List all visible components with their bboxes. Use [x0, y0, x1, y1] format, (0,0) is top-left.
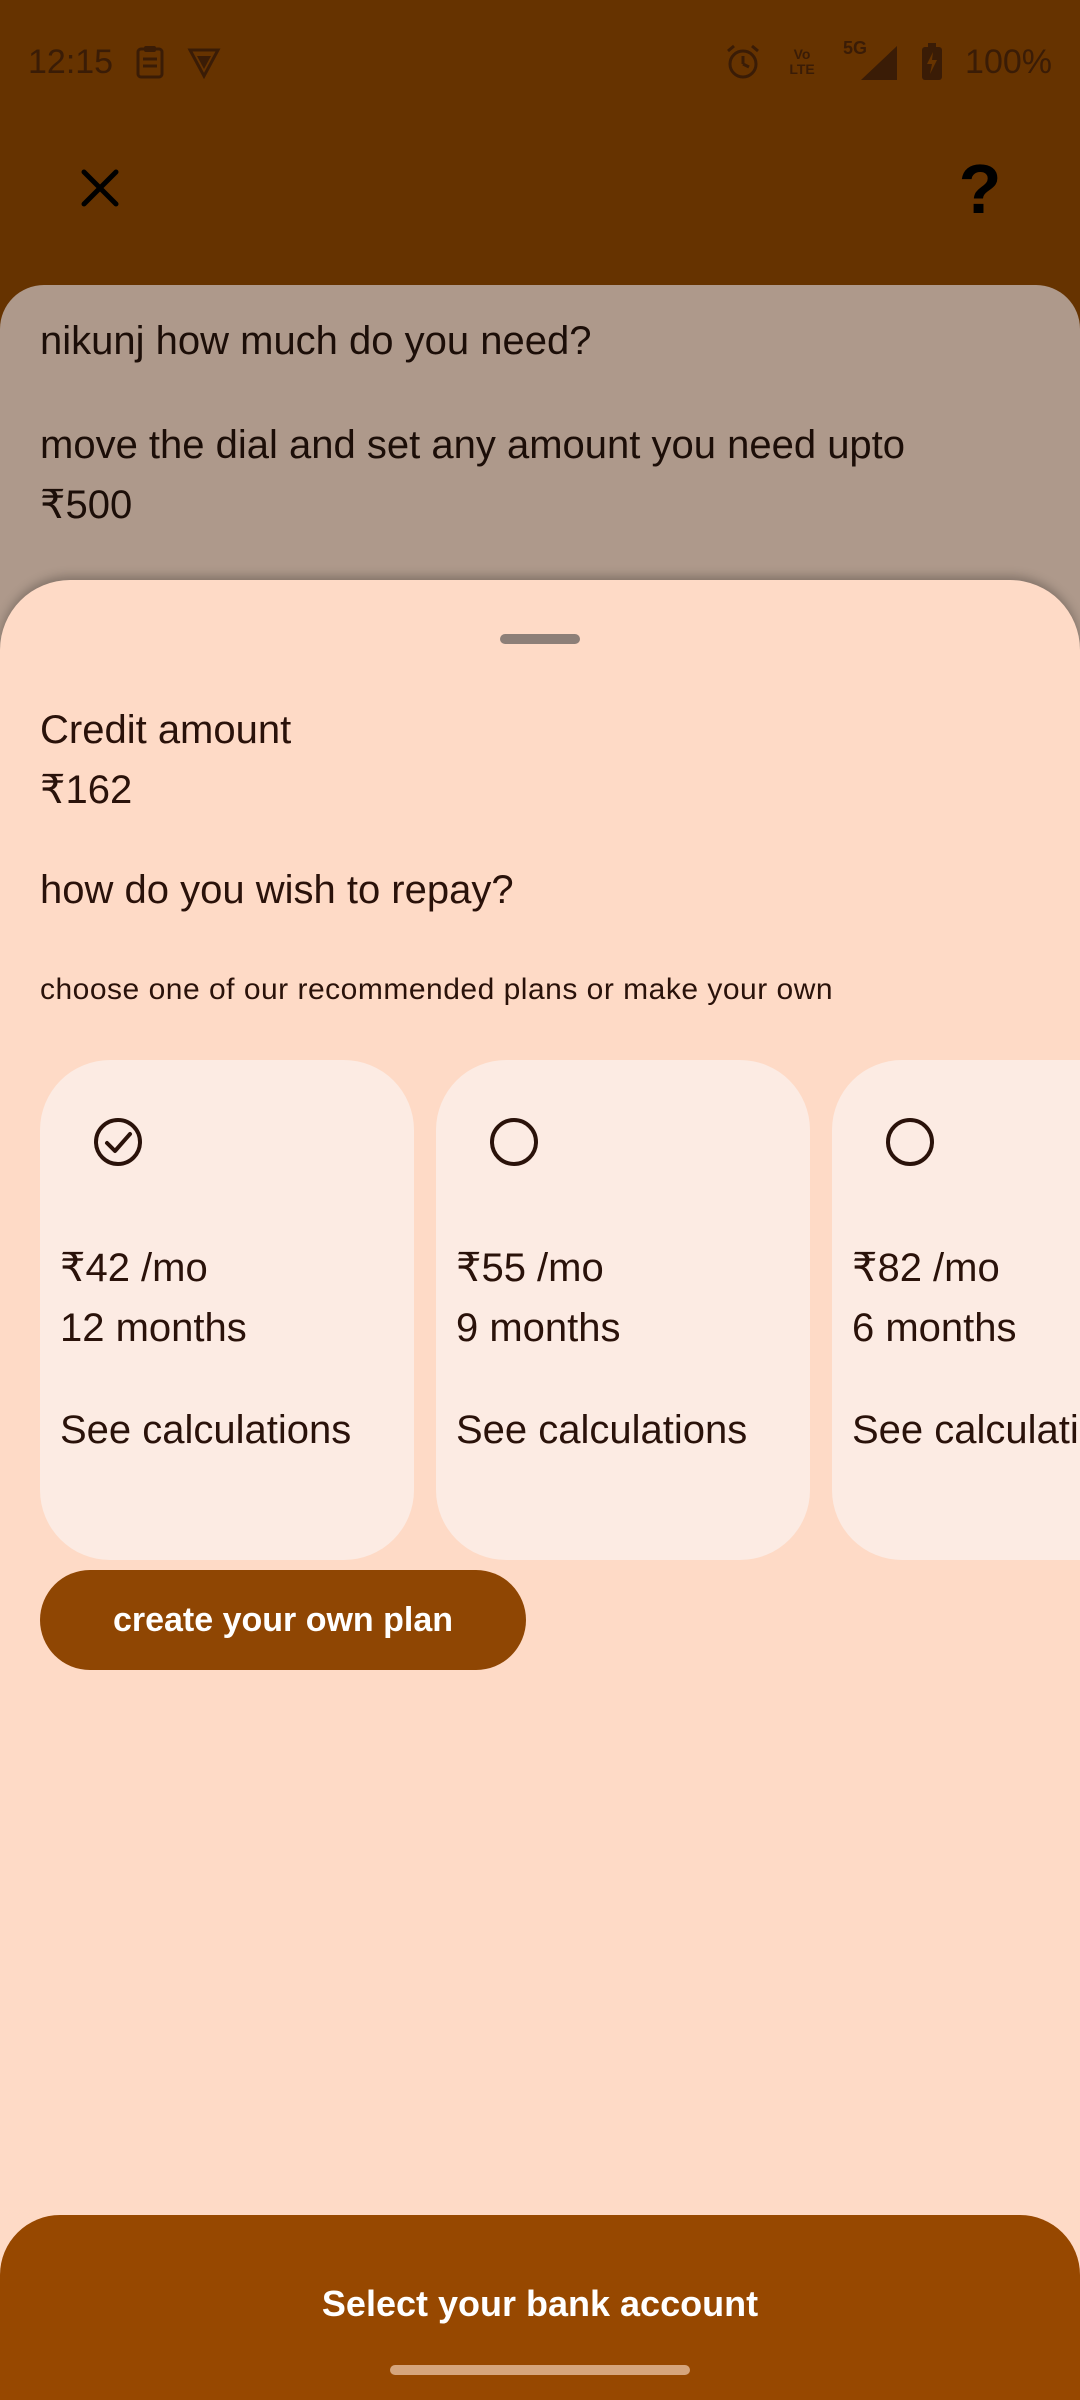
repay-subtitle: choose one of our recommended plans or m…	[40, 973, 834, 1006]
status-time: 12:15	[28, 42, 114, 81]
help-button[interactable]: ?	[940, 144, 1020, 234]
battery-percent: 100%	[965, 42, 1052, 81]
shield-icon	[187, 45, 221, 79]
amount-instruction: move the dial and set any amount you nee…	[40, 423, 906, 527]
credit-amount-label: Credit amount	[40, 708, 292, 752]
plan-amount: ₹55 /mo	[456, 1246, 604, 1290]
plan-amount: ₹42 /mo	[60, 1246, 208, 1290]
status-right: Vo LTE 5G 100%	[725, 38, 1052, 82]
battery-charging-icon	[921, 43, 943, 81]
clipboard-icon	[135, 45, 165, 79]
gesture-nav-handle[interactable]	[390, 2365, 690, 2375]
see-calculations-link[interactable]: See calculations	[852, 1400, 1080, 1460]
plan-duration: 9 months	[456, 1306, 621, 1350]
close-button[interactable]	[60, 148, 140, 228]
plan-amount: ₹82 /mo	[852, 1246, 1000, 1290]
radio-checked-icon[interactable]	[92, 1116, 144, 1168]
plan-carousel[interactable]: ₹42 /mo 12 months See calculations ₹55 /…	[40, 1060, 1080, 1560]
alarm-icon	[725, 44, 761, 80]
status-left: 12:15	[28, 43, 221, 82]
plan-card-6-months[interactable]: ₹82 /mo 6 months See calculations	[832, 1060, 1080, 1560]
plan-card-9-months[interactable]: ₹55 /mo 9 months See calculations	[436, 1060, 810, 1560]
see-calculations-link[interactable]: See calculations	[60, 1400, 351, 1460]
repay-question: how do you wish to repay?	[40, 868, 514, 912]
volte-icon: Vo LTE	[789, 46, 815, 77]
create-own-plan-button[interactable]: create your own plan	[40, 1570, 526, 1670]
close-icon	[81, 169, 119, 207]
radio-unchecked-icon[interactable]	[884, 1116, 936, 1168]
status-bar: 12:15 Vo LTE 5G 100%	[0, 0, 1080, 124]
plan-duration: 6 months	[852, 1306, 1017, 1350]
plan-card-12-months[interactable]: ₹42 /mo 12 months See calculations	[40, 1060, 414, 1560]
see-calculations-link[interactable]: See calculations	[456, 1400, 747, 1460]
signal-5g-icon: 5G	[843, 38, 899, 82]
sheet-drag-handle[interactable]	[500, 634, 580, 644]
amount-question: nikunj how much do you need?	[40, 319, 592, 363]
radio-unchecked-icon[interactable]	[488, 1116, 540, 1168]
top-app-bar: ?	[0, 124, 1080, 284]
plan-duration: 12 months	[60, 1306, 247, 1350]
credit-amount-value: ₹162	[40, 768, 133, 812]
repayment-bottom-sheet: Credit amount ₹162 how do you wish to re…	[0, 580, 1080, 2400]
